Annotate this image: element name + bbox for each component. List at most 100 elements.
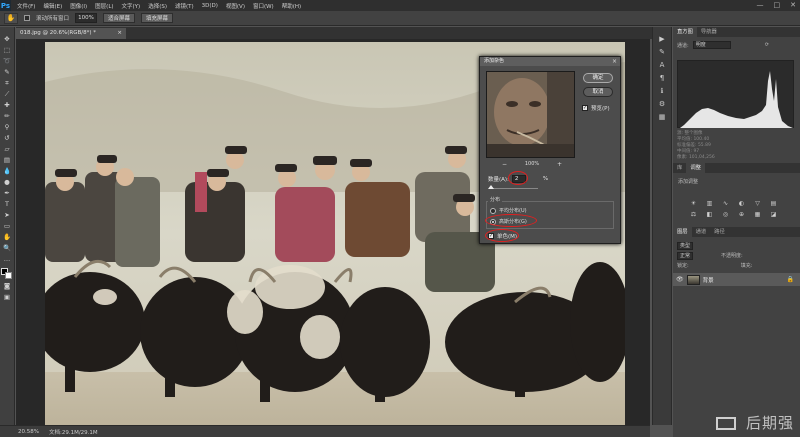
visibility-eye-icon[interactable]: 👁 bbox=[676, 276, 684, 283]
blur-tool-icon[interactable]: 💧 bbox=[2, 167, 13, 176]
brush-tool-icon[interactable]: ✏ bbox=[2, 112, 13, 121]
fill-screen-button[interactable]: 填充屏幕 bbox=[141, 13, 174, 23]
hand-tool-preset-icon[interactable]: ✋ bbox=[4, 12, 18, 24]
tab-adjustments[interactable]: 调整 bbox=[686, 163, 705, 173]
exposure-icon[interactable]: ◐ bbox=[737, 200, 746, 208]
layer-kind-select[interactable]: 类型 bbox=[677, 241, 694, 250]
ok-button[interactable]: 确定 bbox=[583, 73, 613, 83]
amount-slider[interactable] bbox=[487, 185, 538, 189]
layer-row-background[interactable]: 👁 背景 🔒 bbox=[673, 273, 800, 286]
menu-type[interactable]: 文字(Y) bbox=[122, 2, 141, 10]
lock-label: 锁定: bbox=[677, 263, 689, 269]
character-panel-icon[interactable]: A bbox=[660, 61, 665, 69]
tab-libraries[interactable]: 库 bbox=[673, 163, 686, 173]
channel-select[interactable]: 明度 bbox=[692, 41, 731, 49]
scroll-all-windows-checkbox[interactable] bbox=[24, 15, 30, 21]
preview-checkbox[interactable]: ✓ bbox=[582, 105, 588, 111]
history-panel-icon[interactable]: ▶ bbox=[659, 35, 664, 43]
menu-image[interactable]: 图像(I) bbox=[70, 2, 87, 10]
blend-mode-select[interactable]: 正常 bbox=[677, 251, 694, 260]
amount-slider-thumb[interactable] bbox=[487, 185, 494, 189]
dodge-tool-icon[interactable]: ● bbox=[2, 178, 13, 187]
zoom-tool-icon[interactable]: 🔍 bbox=[2, 244, 13, 253]
zoom-field[interactable]: 100% bbox=[75, 13, 98, 23]
tab-layers[interactable]: 图层 bbox=[673, 227, 692, 237]
dialog-close-icon[interactable]: × bbox=[612, 57, 617, 66]
uniform-radio[interactable] bbox=[490, 207, 496, 214]
move-tool-icon[interactable]: ✥ bbox=[2, 35, 13, 44]
eyedropper-tool-icon[interactable]: ⟋ bbox=[2, 90, 13, 99]
minimize-button[interactable]: — bbox=[757, 0, 764, 11]
shape-tool-icon[interactable]: ▭ bbox=[2, 222, 13, 231]
status-doc-size: 文档:29.1M/29.1M bbox=[48, 429, 98, 436]
menu-3d[interactable]: 3D(D) bbox=[202, 3, 218, 9]
tab-channels[interactable]: 通道 bbox=[692, 227, 711, 237]
background-color-swatch[interactable] bbox=[5, 272, 12, 279]
screen-mode-icon[interactable]: ▣ bbox=[2, 293, 13, 302]
color-lookup-icon[interactable]: ▦ bbox=[753, 211, 762, 219]
paragraph-panel-icon[interactable]: ¶ bbox=[660, 74, 664, 82]
type-tool-icon[interactable]: T bbox=[2, 200, 13, 209]
menu-view[interactable]: 视图(V) bbox=[226, 2, 245, 10]
swatches-panel-icon[interactable]: ▦ bbox=[659, 113, 666, 121]
menu-window[interactable]: 窗口(W) bbox=[253, 2, 274, 10]
mono-annotation-circle bbox=[485, 229, 519, 242]
maximize-button[interactable]: □ bbox=[774, 0, 781, 11]
add-adjustment-title: 添加调整 bbox=[678, 179, 699, 185]
levels-icon[interactable]: ▥ bbox=[705, 200, 714, 208]
healing-brush-tool-icon[interactable]: ✚ bbox=[2, 101, 13, 110]
history-brush-tool-icon[interactable]: ↺ bbox=[2, 134, 13, 143]
brightness-contrast-icon[interactable]: ☀ bbox=[689, 200, 698, 208]
menu-file[interactable]: 文件(F) bbox=[17, 2, 35, 10]
menu-select[interactable]: 选择(S) bbox=[148, 2, 167, 10]
color-balance-icon[interactable]: ⚖ bbox=[689, 211, 698, 219]
quick-mask-icon[interactable]: ◙ bbox=[2, 282, 13, 291]
curves-icon[interactable]: ∿ bbox=[721, 200, 730, 208]
vibrance-icon[interactable]: ▽ bbox=[753, 200, 762, 208]
dialog-title-bar[interactable]: 添加杂色 × bbox=[480, 57, 620, 66]
document-tab[interactable]: 018.jpg @ 20.6%(RGB/8*) * × bbox=[16, 28, 126, 39]
layer-name[interactable]: 背景 bbox=[703, 276, 714, 284]
uniform-option[interactable]: 平均分布(U) bbox=[490, 207, 527, 214]
gradient-tool-icon[interactable]: ▤ bbox=[2, 156, 13, 165]
tab-navigator[interactable]: 导航器 bbox=[697, 27, 721, 37]
refresh-icon[interactable]: ⟳ bbox=[765, 42, 769, 48]
tab-histogram[interactable]: 直方图 bbox=[673, 27, 697, 37]
preview-checkbox-row: ✓ 预览(P) bbox=[582, 104, 610, 112]
actions-panel-icon[interactable]: ⚙ bbox=[659, 100, 665, 108]
marquee-tool-icon[interactable]: ⬚ bbox=[2, 46, 13, 55]
tab-paths[interactable]: 路径 bbox=[710, 227, 729, 237]
color-swatches[interactable] bbox=[1, 268, 13, 280]
menu-filter[interactable]: 滤镜(T) bbox=[175, 2, 194, 10]
zoom-in-icon[interactable]: + bbox=[557, 161, 562, 168]
hand-tool-icon[interactable]: ✋ bbox=[2, 233, 13, 242]
zoom-out-icon[interactable]: − bbox=[502, 161, 507, 168]
pen-tool-icon[interactable]: ✒ bbox=[2, 189, 13, 198]
quick-select-tool-icon[interactable]: ✎ bbox=[2, 68, 13, 77]
black-white-icon[interactable]: ◧ bbox=[705, 211, 714, 219]
hue-saturation-icon[interactable]: ▤ bbox=[769, 200, 778, 208]
brush-panel-icon[interactable]: ✎ bbox=[659, 48, 665, 56]
menu-edit[interactable]: 编辑(E) bbox=[43, 2, 62, 10]
stat-pixels: 像素: 101,04,256 bbox=[677, 155, 715, 160]
crop-tool-icon[interactable]: ⌗ bbox=[2, 79, 13, 88]
lasso-tool-icon[interactable]: ➰ bbox=[2, 57, 13, 66]
menu-layer[interactable]: 图层(L) bbox=[95, 2, 113, 10]
fit-screen-button[interactable]: 适合屏幕 bbox=[103, 13, 136, 23]
dialog-preview[interactable] bbox=[486, 71, 575, 158]
cancel-button[interactable]: 取消 bbox=[583, 87, 613, 97]
status-zoom[interactable]: 20.58% bbox=[18, 429, 39, 435]
close-button[interactable]: ✕ bbox=[790, 0, 796, 11]
menu-help[interactable]: 帮助(H) bbox=[282, 2, 301, 10]
document-tab-close-icon[interactable]: × bbox=[117, 28, 122, 39]
document-tab-bar: 018.jpg @ 20.6%(RGB/8*) * × bbox=[16, 27, 656, 39]
path-select-tool-icon[interactable]: ➤ bbox=[2, 211, 13, 220]
more-tools-icon[interactable]: … bbox=[2, 255, 13, 264]
clone-stamp-tool-icon[interactable]: ⚲ bbox=[2, 123, 13, 132]
invert-icon[interactable]: ◪ bbox=[769, 211, 778, 219]
eraser-tool-icon[interactable]: ▱ bbox=[2, 145, 13, 154]
photo-filter-icon[interactable]: ◎ bbox=[721, 211, 730, 219]
preview-zoom-value: 100% bbox=[524, 161, 540, 167]
channel-mixer-icon[interactable]: ⊕ bbox=[737, 211, 746, 219]
properties-panel-icon[interactable]: ℹ bbox=[661, 87, 664, 95]
